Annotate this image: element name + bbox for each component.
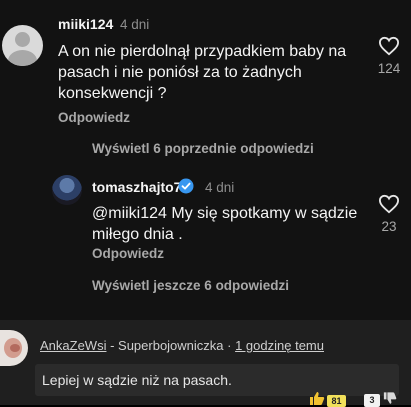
likes-badge: 81 (327, 395, 346, 407)
thumbs-up-icon[interactable] (309, 391, 325, 405)
reply-username[interactable]: tomaszhajto7 (92, 179, 181, 195)
comment-author-link[interactable]: AnkaZeWsi (40, 338, 106, 353)
comment-time-link[interactable]: 1 godzinę temu (235, 338, 324, 353)
reply-text-line-1: @miiki124 My się spotkamy w sądzie (92, 205, 358, 222)
reply-text-line-2: miłego dnia . (92, 226, 183, 243)
like-count: 23 (381, 219, 397, 234)
heart-icon[interactable] (378, 36, 400, 56)
author-rank: - Superbojowniczka · (106, 338, 236, 353)
view-previous-replies-button[interactable]: Wyświetl 6 poprzednie odpowiedzi (92, 141, 314, 156)
comment-text-line-1: A on nie pierdolnął przypadkiem baby na (58, 43, 347, 60)
comment-text: Lepiej w sądzie niż na pasach. (42, 372, 232, 388)
like-count: 124 (377, 61, 401, 76)
comment-age: 4 dni (120, 17, 150, 32)
view-more-replies-button[interactable]: Wyświetl jeszcze 6 odpowiedzi (92, 278, 289, 293)
comment-meta: AnkaZeWsi - Superbojowniczka · 1 godzinę… (40, 338, 324, 353)
comment-username[interactable]: miiki124 (58, 16, 113, 32)
comment-text-line-3: konsekwencji ? (58, 85, 167, 102)
comment-text-line-2: pasach i nie poniósł za to żadnych (58, 64, 302, 81)
avatar-user[interactable] (52, 175, 82, 205)
dislikes-badge: 3 (364, 394, 380, 407)
reply-button[interactable]: Odpowiedz (92, 246, 164, 261)
avatar-default[interactable] (2, 25, 43, 66)
reply-age: 4 dni (205, 180, 235, 195)
heart-icon[interactable] (378, 194, 400, 214)
thumbs-down-icon[interactable] (383, 392, 397, 405)
verified-badge-icon (178, 178, 194, 194)
reply-button[interactable]: Odpowiedz (58, 110, 130, 125)
